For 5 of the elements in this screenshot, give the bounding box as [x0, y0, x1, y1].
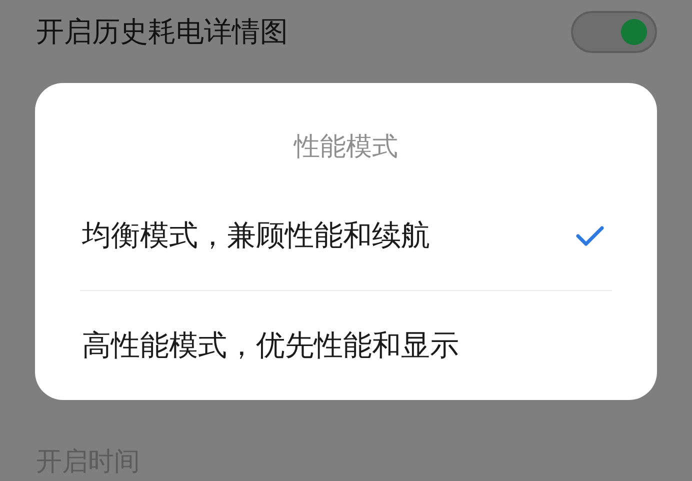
option-item[interactable]: 均衡模式，兼顾性能和续航: [35, 182, 657, 290]
option-item[interactable]: 高性能模式，优先性能和显示: [35, 291, 657, 400]
setting-label: 开启历史耗电详情图: [36, 14, 288, 50]
dialog-title: 性能模式: [294, 131, 398, 164]
toggle-switch[interactable]: [571, 11, 657, 53]
